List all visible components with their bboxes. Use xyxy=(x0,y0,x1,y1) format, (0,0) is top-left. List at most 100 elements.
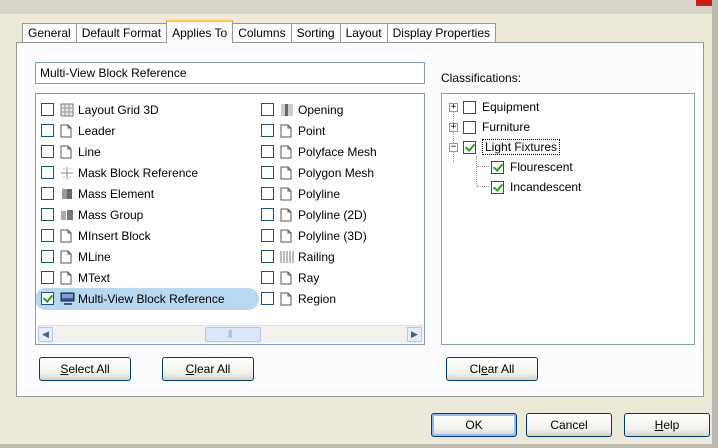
classification-checkbox[interactable] xyxy=(463,140,476,154)
object-type-item[interactable]: MLine xyxy=(41,246,225,267)
object-type-label: Polyline (3D) xyxy=(298,228,367,243)
tree-node[interactable]: − Light Fixtures xyxy=(449,137,561,157)
document-icon xyxy=(60,250,74,264)
object-type-label: Railing xyxy=(298,249,335,264)
document-icon xyxy=(280,271,294,285)
classification-label: Flourescent xyxy=(510,160,573,174)
object-type-item[interactable]: MText xyxy=(41,267,225,288)
layout-grid-icon xyxy=(60,103,74,117)
ok-button[interactable]: OK xyxy=(431,413,517,437)
object-type-item[interactable]: Mass Group xyxy=(41,204,225,225)
object-type-item[interactable]: Ray xyxy=(261,267,377,288)
object-type-label: Polyface Mesh xyxy=(298,144,377,159)
window-shadow-bottom xyxy=(0,444,718,448)
select-all-button[interactable]: Select All xyxy=(39,357,131,381)
document-icon xyxy=(60,271,74,285)
object-type-checkbox[interactable] xyxy=(261,166,274,179)
tab-display-properties[interactable]: Display Properties xyxy=(386,23,497,43)
object-type-item[interactable]: Polyline (2D) xyxy=(261,204,377,225)
help-button[interactable]: Help xyxy=(624,413,710,437)
document-icon xyxy=(280,166,294,180)
classification-checkbox[interactable] xyxy=(491,160,504,174)
classifications-tree[interactable]: + Equipment + Furniture − Light Fixtures Flour… xyxy=(441,93,695,345)
classification-checkbox[interactable] xyxy=(463,100,476,114)
clear-all-classifications-button[interactable]: Cl e ar All xyxy=(446,357,538,381)
object-type-checkbox[interactable] xyxy=(41,208,54,221)
tree-node[interactable]: + Equipment xyxy=(449,97,539,117)
object-type-checkbox[interactable] xyxy=(261,124,274,137)
object-type-checkbox[interactable] xyxy=(41,166,54,179)
object-type-item[interactable]: Point xyxy=(261,120,377,141)
object-type-checkbox[interactable] xyxy=(261,271,274,284)
classification-label[interactable]: Equipment xyxy=(482,100,539,114)
document-icon xyxy=(280,145,294,159)
classification-label[interactable]: Light Fixtures xyxy=(482,139,561,155)
style-name-field[interactable]: Multi-View Block Reference xyxy=(35,62,425,84)
tree-node[interactable]: + Furniture xyxy=(449,117,530,137)
scroll-left-button[interactable]: ◀ xyxy=(38,327,53,342)
classification-label[interactable]: Furniture xyxy=(482,120,530,134)
object-type-checkbox[interactable] xyxy=(261,187,274,200)
object-type-checkbox[interactable] xyxy=(261,103,274,116)
horizontal-scrollbar[interactable]: ◀ ▶ xyxy=(37,325,423,343)
object-type-item[interactable]: Mass Element xyxy=(41,183,225,204)
object-type-checkbox[interactable] xyxy=(261,229,274,242)
object-type-item[interactable]: Region xyxy=(261,288,377,309)
tab-general[interactable]: General xyxy=(22,23,77,43)
classification-checkbox[interactable] xyxy=(463,120,476,134)
object-type-item[interactable]: Mask Block Reference xyxy=(41,162,225,183)
tab-applies-to[interactable]: Applies To xyxy=(166,20,234,43)
object-type-item[interactable]: Polyline (3D) xyxy=(261,225,377,246)
object-type-item[interactable]: Layout Grid 3D xyxy=(41,99,225,120)
scroll-right-button[interactable]: ▶ xyxy=(407,327,422,342)
object-type-checkbox[interactable] xyxy=(41,292,54,305)
mass-element-icon xyxy=(60,187,74,201)
expand-icon[interactable]: + xyxy=(449,122,458,132)
object-type-item[interactable]: Opening xyxy=(261,99,377,120)
tab-columns[interactable]: Columns xyxy=(232,23,292,43)
object-type-item[interactable]: Polyface Mesh xyxy=(261,141,377,162)
tree-child-node[interactable]: Incandescent xyxy=(491,177,581,197)
tab-sorting[interactable]: Sorting xyxy=(290,23,341,43)
object-type-checkbox[interactable] xyxy=(41,103,54,116)
expand-icon[interactable]: + xyxy=(449,102,458,112)
object-type-item[interactable]: Polyline xyxy=(261,183,377,204)
collapse-icon[interactable]: − xyxy=(449,142,458,152)
object-type-item[interactable]: Line xyxy=(41,141,225,162)
cancel-button[interactable]: Cancel xyxy=(526,413,612,437)
object-type-label: Point xyxy=(298,123,326,138)
tab-layout[interactable]: Layout xyxy=(339,23,388,43)
railing-icon xyxy=(280,250,294,264)
object-type-label: Polyline xyxy=(298,186,341,201)
object-type-list[interactable]: Layout Grid 3D Leader Line Mask Block Refer… xyxy=(35,93,425,345)
tree-child-node[interactable]: Flourescent xyxy=(491,157,573,177)
object-type-checkbox[interactable] xyxy=(261,250,274,263)
window-shadow xyxy=(712,0,718,448)
object-type-checkbox[interactable] xyxy=(41,271,54,284)
object-type-item[interactable]: Multi-View Block Reference xyxy=(36,287,259,310)
object-type-checkbox[interactable] xyxy=(41,250,54,263)
object-type-item[interactable]: Leader xyxy=(41,120,225,141)
tab-strip: General Default Format Applies To Columns So… xyxy=(22,20,497,43)
multi-view-block-icon xyxy=(60,292,75,306)
object-type-checkbox[interactable] xyxy=(261,145,274,158)
object-type-item[interactable]: MInsert Block xyxy=(41,225,225,246)
object-type-checkbox[interactable] xyxy=(41,229,54,242)
object-type-item[interactable]: Railing xyxy=(261,246,377,267)
object-type-checkbox[interactable] xyxy=(41,145,54,158)
object-type-label: Polyline (2D) xyxy=(298,207,367,222)
object-type-checkbox[interactable] xyxy=(41,124,54,137)
classification-checkbox[interactable] xyxy=(491,180,504,194)
scroll-thumb[interactable] xyxy=(205,327,261,342)
clear-all-objects-button[interactable]: Clear All xyxy=(162,357,254,381)
document-icon xyxy=(280,124,294,138)
object-type-checkbox[interactable] xyxy=(261,208,274,221)
object-type-label: Multi-View Block Reference xyxy=(78,291,225,306)
object-list-column-1: Layout Grid 3D Leader Line Mask Block Refer… xyxy=(36,99,259,310)
object-type-checkbox[interactable] xyxy=(261,292,274,305)
classification-label: Incandescent xyxy=(510,180,582,194)
object-type-item[interactable]: Polygon Mesh xyxy=(261,162,377,183)
tab-default-format[interactable]: Default Format xyxy=(75,23,168,43)
object-type-label: Mask Block Reference xyxy=(78,165,199,180)
object-type-checkbox[interactable] xyxy=(41,187,54,200)
